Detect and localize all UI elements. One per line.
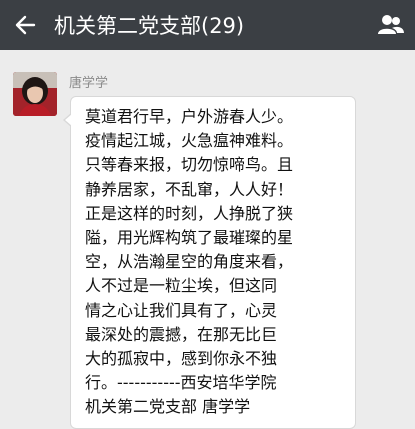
message-line: 隘，用光辉构筑了最璀璨的星 (85, 228, 294, 248)
message-line: 只等春来报，切勿惊啼鸟。且 (85, 155, 294, 175)
chat-title: 机关第二党支部(29) (54, 14, 245, 38)
group-members-icon (378, 15, 404, 34)
sender-name: 唐学学 (69, 76, 109, 91)
person-photo-icon (13, 72, 57, 116)
sender-avatar[interactable] (13, 72, 57, 116)
message-line: 情之心让我们具有了，心灵 (85, 300, 278, 320)
back-arrow-icon (15, 15, 36, 35)
message-line: 静养居家，不乱窜，人人好！ (85, 179, 294, 199)
message-line: 人不过是一粒尘埃，但这同 (85, 276, 278, 296)
chat-area[interactable]: 唐学学 莫道君行早，户外游春人少。 疫情起江城，火急瘟神难料。 只等春来报，切勿… (0, 50, 415, 429)
message-line: 机关第二党支部 唐学学 (85, 397, 251, 417)
message-line: 大的孤寂中，感到你永不独 (85, 349, 278, 369)
message-line: 行。-----------西安培华学院 (85, 373, 277, 393)
message-line: 最深处的震撼，在那无比巨 (85, 324, 278, 344)
back-button[interactable] (0, 0, 50, 50)
message-line: 空，从浩瀚星空的角度来看， (85, 252, 294, 272)
message-line: 正是这样的时刻，人挣脱了狭 (85, 203, 294, 223)
message-bubble[interactable]: 莫道君行早，户外游春人少。 疫情起江城，火急瘟神难料。 只等春来报，切勿惊啼鸟。… (63, 96, 356, 429)
message-line: 疫情起江城，火急瘟神难料。 (85, 131, 294, 151)
message-line: 莫道君行早，户外游春人少。 (85, 107, 294, 126)
group-members-button[interactable] (375, 9, 407, 41)
chat-header: 机关第二党支部(29) (0, 0, 415, 50)
